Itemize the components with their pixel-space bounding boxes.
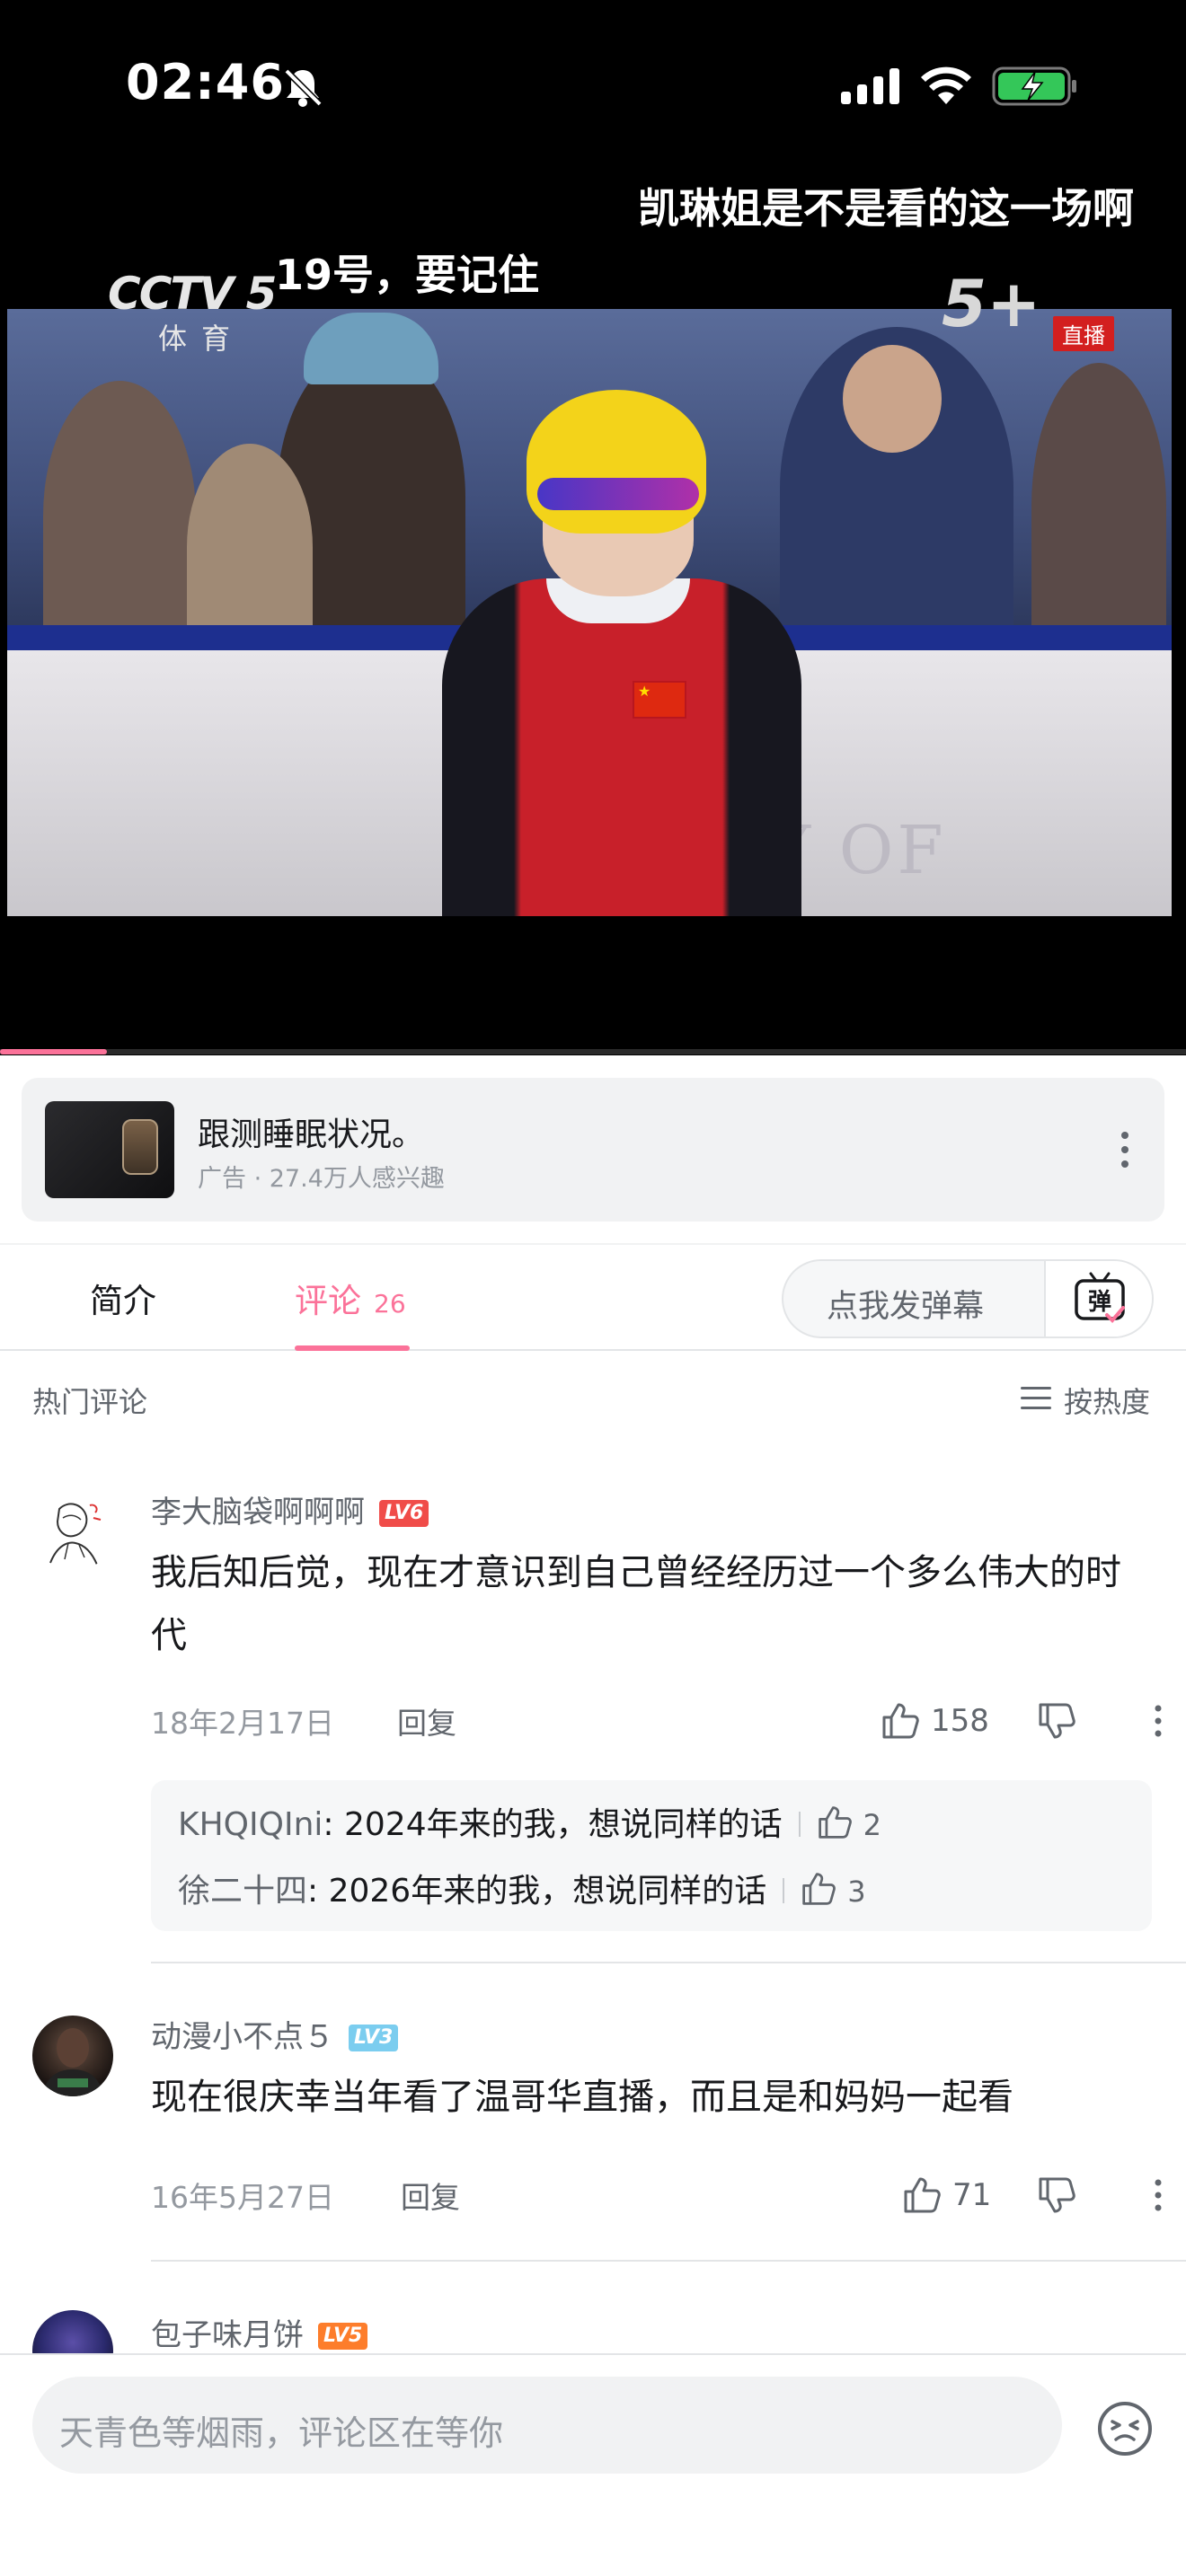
ad-title: 跟测睡眠状况。 (198, 1116, 425, 1153)
danmaku-tv-icon: 弹 (1075, 1272, 1125, 1323)
ad-thumbnail (45, 1101, 174, 1198)
tab-indicator (295, 1345, 410, 1351)
player-avatar-icon (41, 2028, 104, 2096)
more-vertical-icon[interactable] (1152, 1703, 1164, 1739)
tab-comments-label: 评论 (295, 1282, 361, 1320)
comment-meta: 16年5月27日 回复 71 (151, 2174, 1164, 2219)
reply-item[interactable]: KHQIQIni: 2024年来的我，想说同样的话 2 (178, 1798, 881, 1845)
reply-like-count: 3 (847, 1875, 866, 1909)
username-text: 李大脑袋啊啊啊 (151, 1495, 365, 1531)
comment-username[interactable]: 李大脑袋啊啊啊 LV6 (151, 1487, 429, 1531)
danmaku-comment: 凯琳姐是不是看的这一场啊 (638, 184, 1134, 233)
thumb-up-icon (882, 1703, 919, 1739)
comment-item: 包子味月饼 LV5 (0, 2292, 1186, 2353)
comment-meta: 18年2月17日 回复 158 (151, 1699, 1164, 1744)
comment-divider (151, 1962, 1186, 1963)
reply-username[interactable]: 徐二十四 (178, 1873, 307, 1910)
channel-subtitle: 体育 (158, 322, 245, 356)
emoji-icon[interactable] (1096, 2400, 1154, 2457)
reply-item[interactable]: 徐二十四: 2026年来的我，想说同样的话 3 (178, 1865, 866, 1911)
comment-input[interactable]: 天青色等烟雨，评论区在等你 (32, 2377, 1062, 2474)
danmaku-input[interactable]: 点我发弹幕 弹 (782, 1259, 1154, 1338)
list-sort-icon (1021, 1387, 1051, 1409)
watch-icon (122, 1119, 158, 1175)
comment-text: 现在很庆幸当年看了温哥华直播，而且是和妈妈一起看 (151, 2077, 1013, 2118)
comment-username[interactable]: 动漫小不点５ LV3 (151, 2012, 399, 2056)
thumb-up-icon[interactable] (801, 1871, 836, 1907)
video-progress-fill (0, 1049, 107, 1054)
comment-item: 动漫小不点５ LV3 现在很庆幸当年看了温哥华直播，而且是和妈妈一起看 16年5月… (0, 1998, 1186, 2267)
comment-placeholder: 天青色等烟雨，评论区在等你 (59, 2413, 504, 2453)
tab-comments[interactable]: 评论 26 (295, 1274, 406, 1322)
avatar[interactable] (32, 2016, 113, 2096)
thumb-down-icon[interactable] (1037, 1701, 1076, 1741)
reply-button[interactable]: 回复 (401, 2174, 460, 2217)
bell-slash-icon (284, 68, 323, 107)
ad-subtitle: 广告 · 27.4万人感兴趣 (198, 1165, 445, 1193)
channel-logo: CCTV 5 (108, 268, 277, 320)
video-player[interactable]: 02:46 TY OF ★ CCTV 5 体育 5+ 直播 凯琳姐是不是看的这一… (0, 0, 1186, 1055)
comment-item: 李大脑袋啊啊啊 LV6 我后知后觉，现在才意识到自己曾经经历过一个多么伟大的时代 … (0, 1473, 1186, 1972)
bottom-comment-bar: 天青色等烟雨，评论区在等你 (0, 2353, 1186, 2576)
more-vertical-icon[interactable] (1152, 2177, 1164, 2213)
reply-text: : 2026年来的我，想说同样的话 (307, 1873, 767, 1910)
comment-text: 我后知后觉，现在才意识到自己曾经经历过一个多么伟大的时代 (151, 1552, 1121, 1656)
status-bar: 02:46 (0, 0, 1186, 171)
ad-card[interactable]: 跟测睡眠状况。 广告 · 27.4万人感兴趣 (22, 1078, 1164, 1222)
sort-label: 按热度 (1064, 1385, 1151, 1419)
battery-charging-icon (992, 66, 1076, 106)
live-badge: 直播 (1053, 316, 1114, 351)
comment-username[interactable]: 包子味月饼 LV5 (151, 2310, 368, 2353)
goggles (537, 478, 699, 510)
thumb-up-icon (904, 2177, 941, 2213)
video-frame: TY OF ★ (7, 309, 1172, 916)
level-badge: LV5 (318, 2323, 368, 2350)
username-text: 包子味月饼 (151, 2317, 304, 2353)
comment-date: 16年5月27日 (151, 2180, 334, 2215)
reply-like-count: 2 (863, 1808, 881, 1842)
more-vertical-icon[interactable] (1118, 1128, 1132, 1171)
helmet (527, 390, 706, 534)
like-count: 71 (952, 2177, 992, 2213)
svg-text:弹: 弹 (1088, 1289, 1111, 1316)
signal-icon (841, 68, 899, 104)
status-time: 02:46 (126, 54, 285, 110)
tab-bar: 简介 评论 26 点我发弹幕 弹 (0, 1243, 1186, 1351)
thumb-down-icon[interactable] (1037, 2175, 1076, 2215)
username-text: 动漫小不点５ (151, 2019, 334, 2055)
tab-intro[interactable]: 简介 (90, 1274, 156, 1322)
five-plus-logo: 5+ (942, 266, 1041, 341)
tab-comments-count: 26 (374, 1289, 406, 1319)
wifi-icon (921, 66, 971, 104)
reply-preview-box[interactable]: KHQIQIni: 2024年来的我，想说同样的话 2 徐二十四: 2026年来的… (151, 1780, 1152, 1931)
avatar[interactable] (32, 2310, 113, 2353)
level-badge: LV6 (379, 1500, 429, 1527)
sketch-avatar-icon (49, 1503, 102, 1566)
video-progress-bar[interactable] (0, 1049, 1186, 1054)
reply-button[interactable]: 回复 (397, 1699, 456, 1742)
skater (442, 578, 801, 916)
comment-date: 18年2月17日 (151, 1706, 334, 1741)
hot-comments-title: 热门评论 (32, 1385, 148, 1419)
china-flag-icon: ★ (633, 681, 686, 719)
reply-username[interactable]: KHQIQIni (178, 1806, 323, 1843)
danmaku-comment: 19号，要记住 (275, 251, 540, 299)
danmaku-toggle-button[interactable]: 弹 (1044, 1261, 1152, 1337)
comment-divider (151, 2260, 1186, 2262)
level-badge: LV3 (349, 2025, 399, 2051)
danmaku-placeholder: 点我发弹幕 (827, 1289, 985, 1325)
thumb-up-icon[interactable] (817, 1804, 853, 1840)
avatar[interactable] (32, 1491, 113, 1572)
reply-text: : 2024年来的我，想说同样的话 (323, 1806, 783, 1843)
like-count: 158 (931, 1703, 989, 1739)
